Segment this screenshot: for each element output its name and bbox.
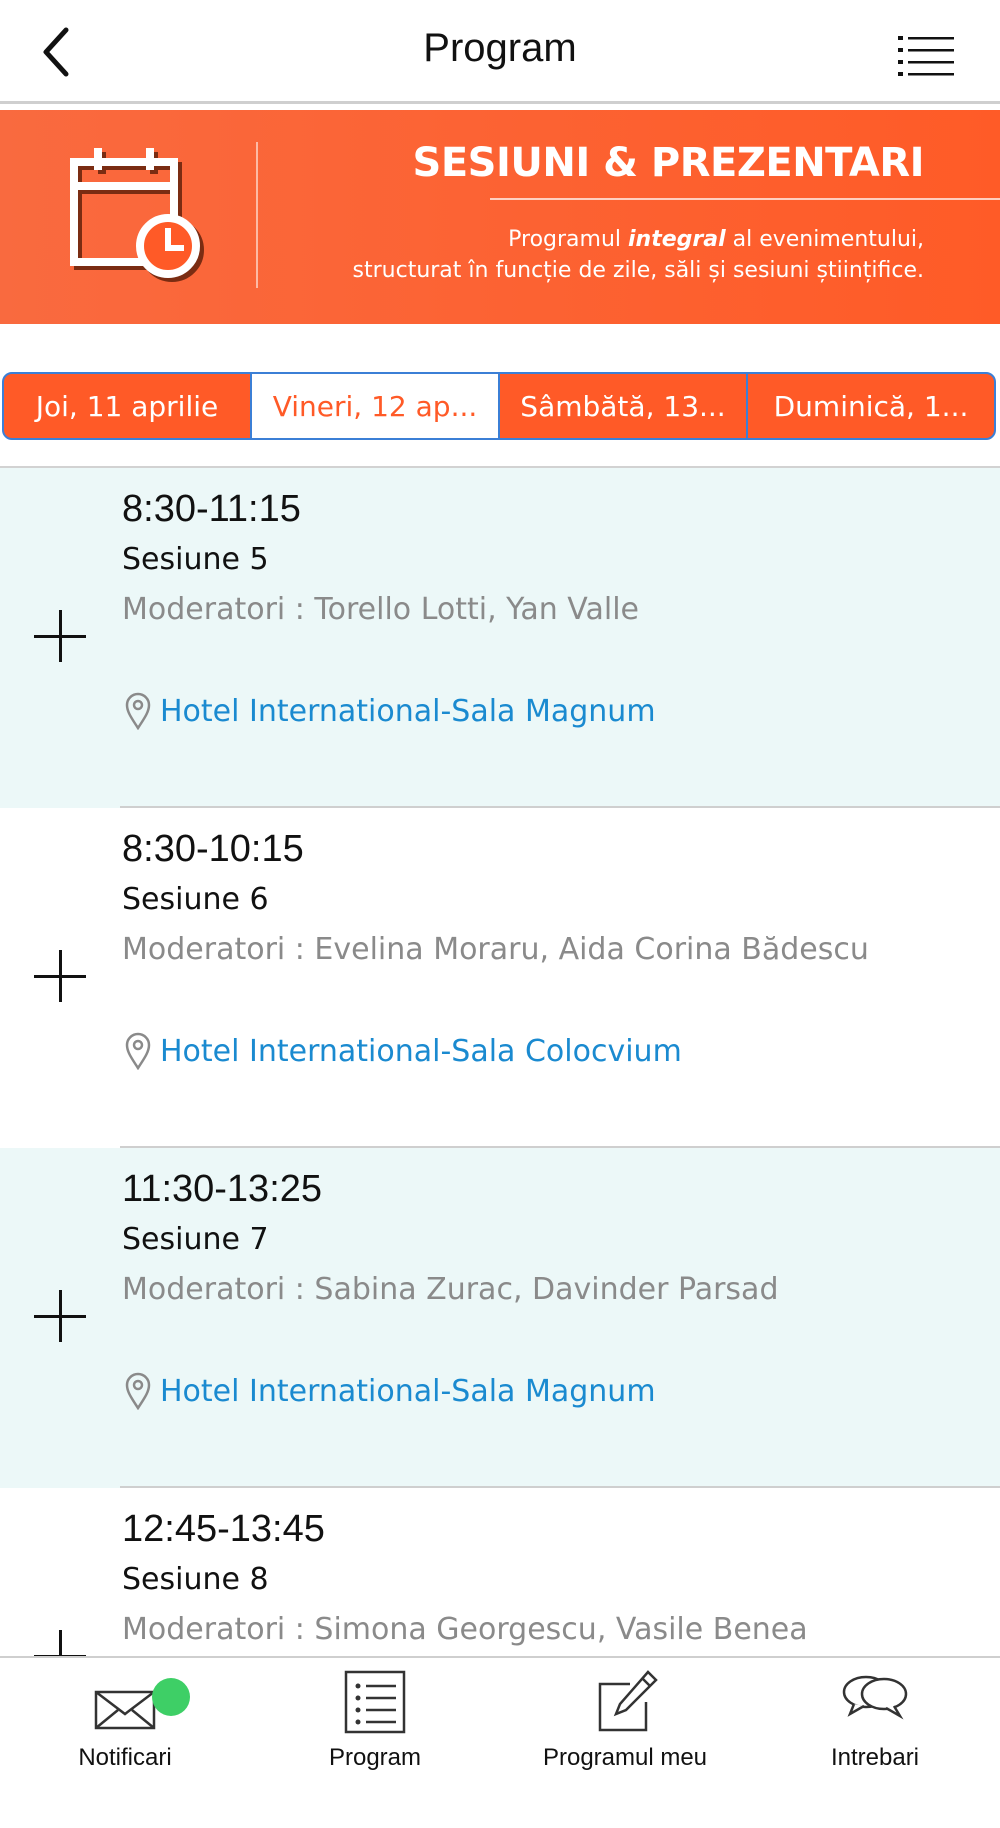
session-item[interactable]: 8:30-10:15 Sesiune 6 Moderatori : Evelin…: [0, 808, 1000, 1148]
menu-button[interactable]: [898, 32, 954, 76]
map-pin-icon: [125, 1372, 151, 1410]
session-name: Sesiune 5: [122, 542, 269, 577]
envelope-icon: [94, 1690, 156, 1730]
edit-icon: [598, 1670, 658, 1732]
location-text: Hotel International-Sala Colocvium: [160, 1033, 682, 1069]
tab-saturday[interactable]: Sâmbătă, 13...: [498, 374, 746, 438]
banner-description: Programul integral al evenimentului, str…: [352, 227, 924, 283]
tab-sunday[interactable]: Duminică, 1...: [746, 374, 994, 438]
plus-icon[interactable]: [34, 610, 86, 662]
tab-thursday[interactable]: Joi, 11 aprilie: [4, 374, 250, 438]
nav-label: Notificari: [78, 1744, 172, 1771]
plus-icon[interactable]: [34, 1290, 86, 1342]
notification-badge: [152, 1678, 190, 1716]
session-moderators: Moderatori : Simona Georgescu, Vasile Be…: [122, 1612, 808, 1647]
session-name: Sesiune 6: [122, 882, 269, 917]
page-title: Program: [423, 26, 577, 70]
session-moderators: Moderatori : Sabina Zurac, Davinder Pars…: [122, 1272, 779, 1307]
session-moderators: Moderatori : Evelina Moraru, Aida Corina…: [122, 932, 869, 967]
session-time: 12:45-13:45: [122, 1508, 325, 1550]
nav-intrebari[interactable]: Intrebari: [750, 1658, 1000, 1778]
session-moderators: Moderatori : Torello Lotti, Yan Valle: [122, 592, 640, 627]
nav-label: Intrebari: [830, 1744, 920, 1771]
location-text: Hotel International-Sala Magnum: [160, 1373, 656, 1409]
session-time: 8:30-10:15: [122, 828, 304, 870]
nav-label: Program: [328, 1744, 422, 1771]
list-menu-icon: [898, 36, 954, 76]
tab-friday[interactable]: Vineri, 12 ap...: [250, 374, 498, 438]
banner-divider: [256, 142, 258, 288]
list-icon: [344, 1670, 406, 1734]
session-name: Sesiune 8: [122, 1562, 269, 1597]
session-time: 11:30-13:25: [122, 1168, 323, 1210]
session-item[interactable]: 8:30-11:15 Sesiune 5 Moderatori : Torell…: [0, 468, 1000, 808]
location-text: Hotel International-Sala Magnum: [160, 693, 656, 729]
session-location-link[interactable]: Hotel International-Sala Colocvium: [124, 1032, 682, 1070]
map-pin-icon: [125, 692, 151, 730]
nav-programul-meu[interactable]: Programul meu: [500, 1658, 750, 1778]
session-time: 8:30-11:15: [122, 488, 301, 530]
map-pin-icon: [125, 1032, 151, 1070]
calendar-clock-icon: [70, 148, 204, 282]
nav-label: Programul meu: [542, 1744, 708, 1771]
session-name: Sesiune 7: [122, 1222, 269, 1257]
chat-bubbles-icon: [842, 1675, 908, 1720]
session-location-link[interactable]: Hotel International-Sala Magnum: [124, 1372, 656, 1410]
nav-program[interactable]: Program: [250, 1658, 500, 1778]
banner-underline: [490, 198, 1000, 200]
program-banner: SESIUNI & PREZENTARI Programul integral …: [0, 110, 1000, 324]
session-location-link[interactable]: Hotel International-Sala Magnum: [124, 692, 656, 730]
session-item[interactable]: 11:30-13:25 Sesiune 7 Moderatori : Sabin…: [0, 1148, 1000, 1488]
app-header: Program: [0, 0, 1000, 104]
nav-notificari[interactable]: Notificari: [0, 1658, 250, 1778]
bottom-nav: Notificari Program Programul meu Intreba…: [0, 1656, 1000, 1778]
banner-heading: SESIUNI & PREZENTARI: [412, 140, 925, 186]
day-tabs: Joi, 11 aprilie Vineri, 12 ap... Sâmbătă…: [2, 372, 996, 440]
plus-icon[interactable]: [34, 950, 86, 1002]
